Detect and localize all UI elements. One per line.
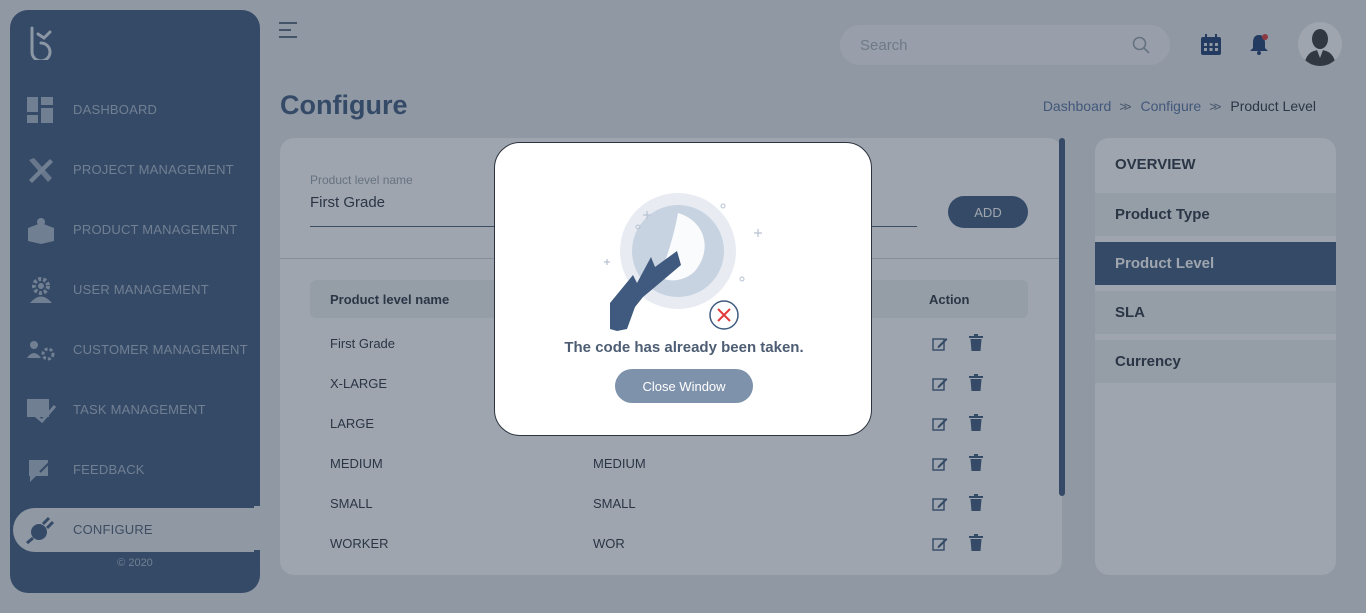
error-modal: The code has already been taken. Close W…	[494, 142, 872, 436]
close-window-button[interactable]: Close Window	[615, 369, 753, 403]
modal-message: The code has already been taken.	[564, 339, 804, 356]
error-illustration	[604, 193, 762, 331]
